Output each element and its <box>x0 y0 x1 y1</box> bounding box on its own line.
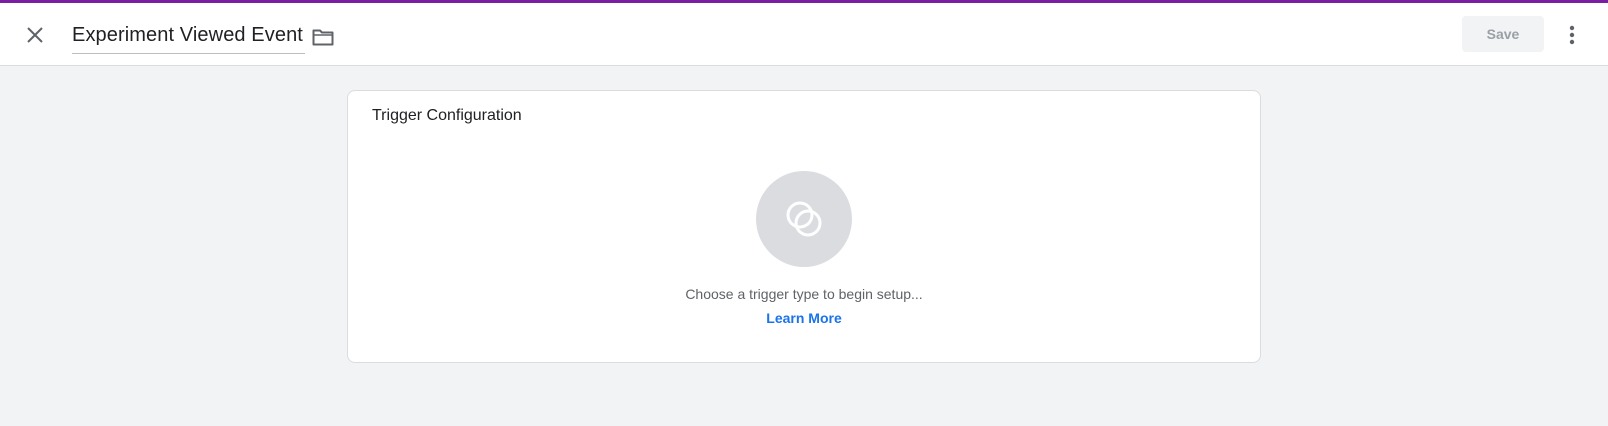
close-icon <box>27 27 43 43</box>
trigger-configuration-card: Trigger Configuration Choose a trigger t… <box>347 90 1261 363</box>
title-field[interactable]: Experiment Viewed Event <box>72 21 305 54</box>
top-bar: Experiment Viewed Event Save <box>0 3 1608 66</box>
choose-trigger-type-button[interactable] <box>756 171 852 267</box>
page-title: Experiment Viewed Event <box>72 24 303 46</box>
save-button[interactable]: Save <box>1462 16 1544 52</box>
more-options-button[interactable] <box>1560 20 1584 50</box>
close-button[interactable] <box>20 20 50 50</box>
more-vert-icon <box>1569 25 1575 45</box>
folder-icon <box>312 29 334 46</box>
folder-button[interactable] <box>310 25 336 49</box>
card-title: Trigger Configuration <box>372 107 522 124</box>
learn-more-link[interactable]: Learn More <box>348 310 1260 326</box>
trigger-placeholder-text: Choose a trigger type to begin setup... <box>685 286 923 302</box>
trigger-type-icon <box>786 201 822 237</box>
